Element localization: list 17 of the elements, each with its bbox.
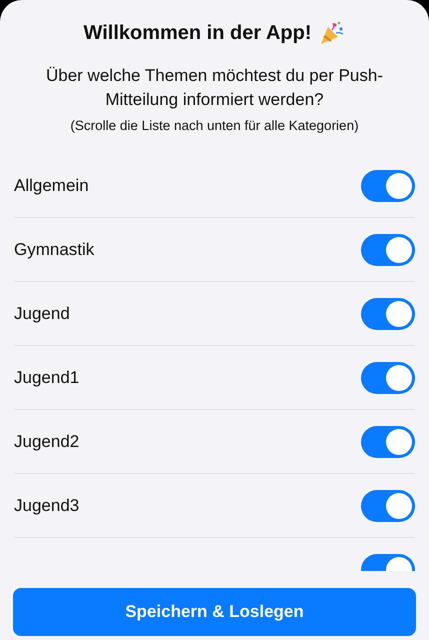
hint-text: (Scrolle die Liste nach unten für alle Kategorien): [69, 117, 360, 135]
topic-label: Jugend2: [14, 431, 80, 453]
topic-label: Allgemein: [14, 175, 89, 197]
toggle-switch[interactable]: [361, 490, 415, 522]
save-button[interactable]: Speichern & Loslegen: [13, 588, 416, 636]
topic-label: Jugend: [14, 303, 70, 325]
subtitle: Über welche Themen möchtest du per Push-Mitteilung informiert werden?: [44, 65, 384, 111]
title: Willkommen in der App!: [84, 21, 312, 46]
party-popper-icon: [319, 21, 346, 45]
toggle-switch[interactable]: [361, 298, 415, 330]
toggle-switch[interactable]: [361, 426, 415, 458]
toggle-switch[interactable]: [361, 170, 415, 202]
topic-label: Gymnastik: [14, 239, 94, 261]
toggle-switch[interactable]: [361, 362, 415, 394]
toggle-switch[interactable]: [361, 234, 415, 266]
topic-label: Jugend1: [14, 367, 80, 389]
topic-label: Jugend3: [14, 495, 80, 517]
